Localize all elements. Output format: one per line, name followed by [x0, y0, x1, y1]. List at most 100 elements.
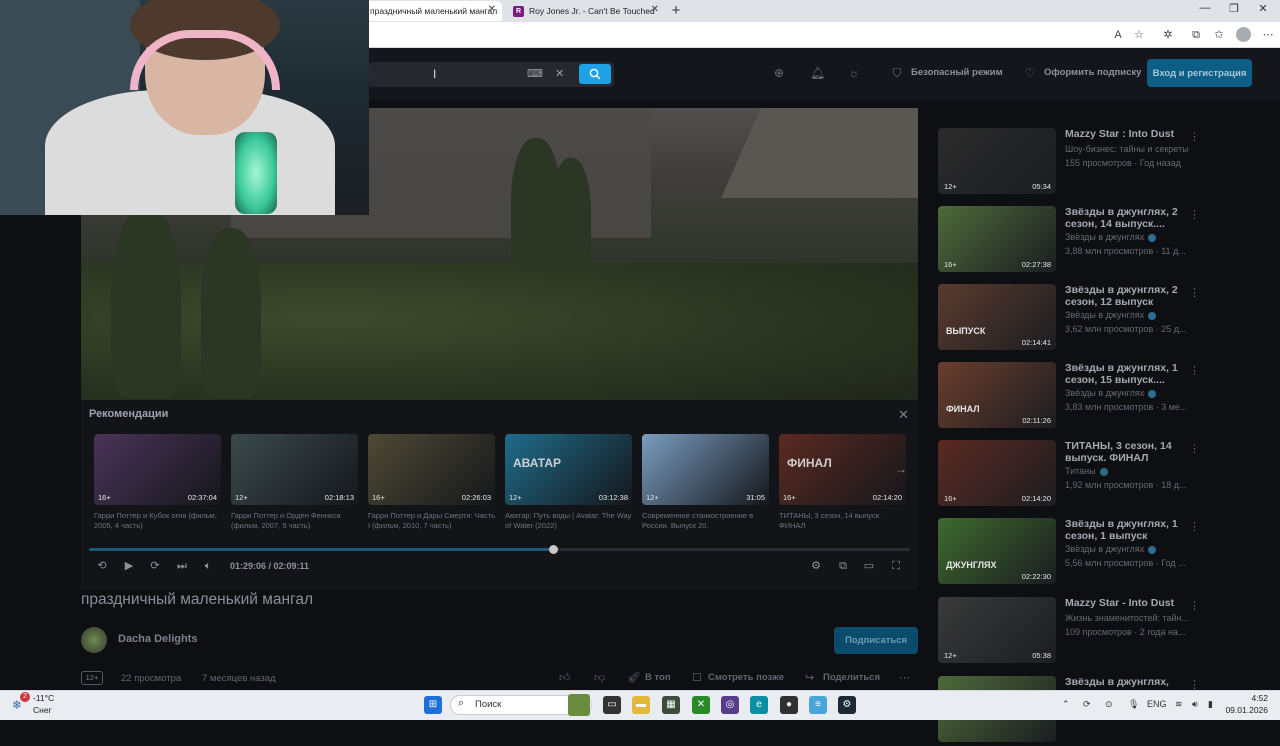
- close-recommendations-icon[interactable]: ✕: [898, 407, 909, 423]
- related-video-channel[interactable]: Звёзды в джунглях: [1065, 544, 1157, 554]
- more-options-icon[interactable]: ⋮: [1189, 130, 1200, 143]
- battery-icon[interactable]: ▮: [1208, 699, 1213, 710]
- tray-app-icon[interactable]: ⊙: [1105, 699, 1113, 710]
- related-video-item[interactable]: 16+ 02:27:38 Звёзды в джунглях, 2 сезон, 1…: [938, 206, 1268, 276]
- related-video-title[interactable]: Звёзды в джунглях, 2 сезон, 14 выпуск...…: [1065, 206, 1185, 230]
- related-video-item[interactable]: ДЖУНГЛЯХ 02:22:30 Звёзды в джунглях, 1 сез…: [938, 518, 1268, 588]
- fullscreen-icon[interactable]: ⛶: [889, 559, 903, 573]
- next-video-icon[interactable]: ⏭: [175, 559, 189, 573]
- related-video-thumbnail[interactable]: 16+ 02:27:38: [938, 206, 1056, 272]
- related-video-thumbnail[interactable]: 12+ 05:38: [938, 597, 1056, 663]
- close-window-icon[interactable]: ✕: [1248, 2, 1278, 15]
- close-tab-icon[interactable]: ✕: [651, 4, 659, 15]
- obs-app-icon[interactable]: ◎: [721, 696, 739, 714]
- channel-avatar[interactable]: [81, 627, 107, 653]
- related-video-item[interactable]: ВЫПУСК 02:14:41 Звёзды в джунглях, 2 сезон…: [938, 284, 1268, 354]
- recommendation-caption[interactable]: Гарри Поттер и Кубок огня (фильм, 2005, …: [94, 511, 224, 531]
- related-video-channel[interactable]: Звёзды в джунглях: [1065, 232, 1157, 242]
- tab-roy-jones[interactable]: R Roy Jones Jr. - Can't Be Touched ✕: [505, 1, 665, 21]
- more-options-icon[interactable]: ⋮: [1189, 520, 1200, 533]
- dislike-icon[interactable]: 👎︎: [594, 671, 605, 684]
- share-button[interactable]: Поделиться: [823, 672, 880, 683]
- related-video-thumbnail[interactable]: ВЫПУСК 02:14:41: [938, 284, 1056, 350]
- more-options-icon[interactable]: ⋮: [1189, 599, 1200, 612]
- more-options-icon[interactable]: ⋮: [1189, 442, 1200, 455]
- notepad-icon[interactable]: ≡: [809, 696, 827, 714]
- recommendation-card[interactable]: 12+ 31:05 Современное станкостроение в Рос…: [642, 434, 769, 531]
- upload-icon[interactable]: ⊕: [772, 66, 786, 80]
- safe-mode-toggle[interactable]: Безопасный режим: [911, 67, 1003, 78]
- more-menu-icon[interactable]: ⋯: [1261, 28, 1275, 42]
- file-explorer-icon[interactable]: ▬: [632, 696, 650, 714]
- related-video-thumbnail[interactable]: ФИНАЛ 02:11:26: [938, 362, 1056, 428]
- close-tab-icon[interactable]: ✕: [488, 4, 496, 15]
- more-actions-icon[interactable]: ⋯: [899, 671, 910, 684]
- recommendation-card[interactable]: ФИНАЛ 16+ 02:14:20 ТИТАНЫ, 3 сезон, 14 выпу…: [779, 434, 906, 531]
- related-video-title[interactable]: Звёзды в джунглях, 1 сезон, 15 выпуск...…: [1065, 362, 1185, 386]
- task-view-icon[interactable]: ▭: [603, 696, 621, 714]
- watch-later-button[interactable]: Смотреть позже: [708, 672, 784, 683]
- related-video-channel[interactable]: Звёзды в джунглях: [1065, 310, 1157, 320]
- search-input[interactable]: I ⌨ ✕: [369, 62, 614, 87]
- extensions-icon[interactable]: ✲: [1161, 28, 1175, 42]
- read-aloud-icon[interactable]: A: [1111, 28, 1125, 42]
- media-player-icon[interactable]: ▦: [662, 696, 680, 714]
- related-video-item[interactable]: ФИНАЛ 02:11:26 Звёзды в джунглях, 1 сезон,…: [938, 362, 1268, 432]
- theme-toggle-icon[interactable]: ☼: [847, 66, 861, 80]
- volume-icon[interactable]: 🔈︎: [201, 559, 215, 573]
- subscribe-offer-link[interactable]: Оформить подписку: [1044, 67, 1141, 78]
- related-video-channel[interactable]: Шоу-бизнес: тайны и секреты: [1065, 144, 1189, 154]
- recommendation-caption[interactable]: Гарри Поттер и Орден Феникса (фильм, 200…: [231, 511, 361, 531]
- more-options-icon[interactable]: ⋮: [1189, 364, 1200, 377]
- related-video-title[interactable]: Звёзды в джунглях, 1 сезон, 1 выпуск: [1065, 518, 1185, 542]
- related-video-item[interactable]: 12+ 05:38 Mazzy Star - Into Dust Жизнь знам…: [938, 597, 1268, 667]
- login-button[interactable]: Вход и регистрация: [1147, 59, 1252, 87]
- related-video-thumbnail[interactable]: 12+ 05:34: [938, 128, 1056, 194]
- recommendation-card[interactable]: 12+ 02:18:13 Гарри Поттер и Орден Феникса …: [231, 434, 358, 531]
- related-video-title[interactable]: Звёзды в джунглях,: [1065, 676, 1185, 688]
- next-arrow-icon[interactable]: →: [895, 462, 907, 476]
- search-button[interactable]: [579, 64, 611, 84]
- play-icon[interactable]: ▶: [122, 559, 136, 573]
- related-video-title[interactable]: ТИТАНЫ, 3 сезон, 14 выпуск. ФИНАЛ: [1065, 440, 1185, 464]
- recommendation-thumbnail[interactable]: 12+ 31:05: [642, 434, 769, 505]
- recommendation-caption[interactable]: Гарри Поттер и Дары Смерти: Часть I (фил…: [368, 511, 498, 531]
- recommendation-thumbnail[interactable]: 16+ 02:26:03: [368, 434, 495, 505]
- microphone-icon[interactable]: 🎙︎: [1128, 699, 1139, 710]
- maximize-icon[interactable]: ❐: [1219, 2, 1249, 15]
- related-video-item[interactable]: 12+ 05:34 Mazzy Star : Into Dust Шоу-бизнес…: [938, 128, 1268, 198]
- search-highlight-icon[interactable]: [568, 694, 590, 716]
- related-video-title[interactable]: Mazzy Star : Into Dust: [1065, 128, 1185, 140]
- weather-description[interactable]: Снег: [33, 705, 52, 715]
- recommendation-thumbnail[interactable]: 16+ 02:37:04: [94, 434, 221, 505]
- keyboard-icon[interactable]: ⌨: [527, 67, 543, 80]
- related-video-thumbnail[interactable]: 16+ 02:14:20: [938, 440, 1056, 506]
- related-video-channel[interactable]: Жизнь знаменитостей: тайн...: [1065, 613, 1189, 623]
- wifi-icon[interactable]: ≋: [1175, 699, 1183, 710]
- favorite-star-icon[interactable]: ☆: [1132, 28, 1146, 42]
- forward-10-icon[interactable]: ⟳: [148, 559, 162, 573]
- recommendation-thumbnail[interactable]: АВАТАР 12+ 03:12:38: [505, 434, 632, 505]
- input-language[interactable]: ENG: [1147, 699, 1167, 709]
- new-tab-button[interactable]: +: [668, 2, 684, 19]
- settings-gear-icon[interactable]: ⚙: [809, 559, 823, 573]
- tab-current[interactable]: праздничный маленький мангал ✕: [362, 1, 502, 21]
- start-windows-icon[interactable]: ⊞: [424, 696, 442, 714]
- tray-overflow-icon[interactable]: ⌃: [1062, 699, 1070, 710]
- weather-icon[interactable]: ❄: [12, 698, 22, 712]
- related-video-item[interactable]: 16+ 02:14:20 ТИТАНЫ, 3 сезон, 14 выпуск. Ф…: [938, 440, 1268, 510]
- recommendation-card[interactable]: 16+ 02:37:04 Гарри Поттер и Кубок огня (фи…: [94, 434, 221, 531]
- minimize-icon[interactable]: —: [1190, 2, 1220, 14]
- picture-in-picture-icon[interactable]: ⧉: [836, 559, 850, 573]
- related-video-title[interactable]: Mazzy Star - Into Dust: [1065, 597, 1185, 609]
- split-screen-icon[interactable]: ⧉: [1189, 28, 1203, 42]
- recommendation-caption[interactable]: Аватар: Путь воды | Avatar: The Way of W…: [505, 511, 635, 531]
- recommendation-thumbnail[interactable]: ФИНАЛ 16+ 02:14:20: [779, 434, 906, 505]
- recommendation-caption[interactable]: ТИТАНЫ, 3 сезон, 14 выпуск. ФИНАЛ: [779, 511, 909, 531]
- recommendation-thumbnail[interactable]: 12+ 02:18:13: [231, 434, 358, 505]
- volume-tray-icon[interactable]: 🔊︎: [1192, 699, 1198, 710]
- more-options-icon[interactable]: ⋮: [1189, 208, 1200, 221]
- sync-icon[interactable]: ⟳: [1083, 699, 1091, 710]
- rewind-10-icon[interactable]: ⟲: [95, 559, 109, 573]
- recommendation-card[interactable]: 16+ 02:26:03 Гарри Поттер и Дары Смерти: Ч…: [368, 434, 495, 531]
